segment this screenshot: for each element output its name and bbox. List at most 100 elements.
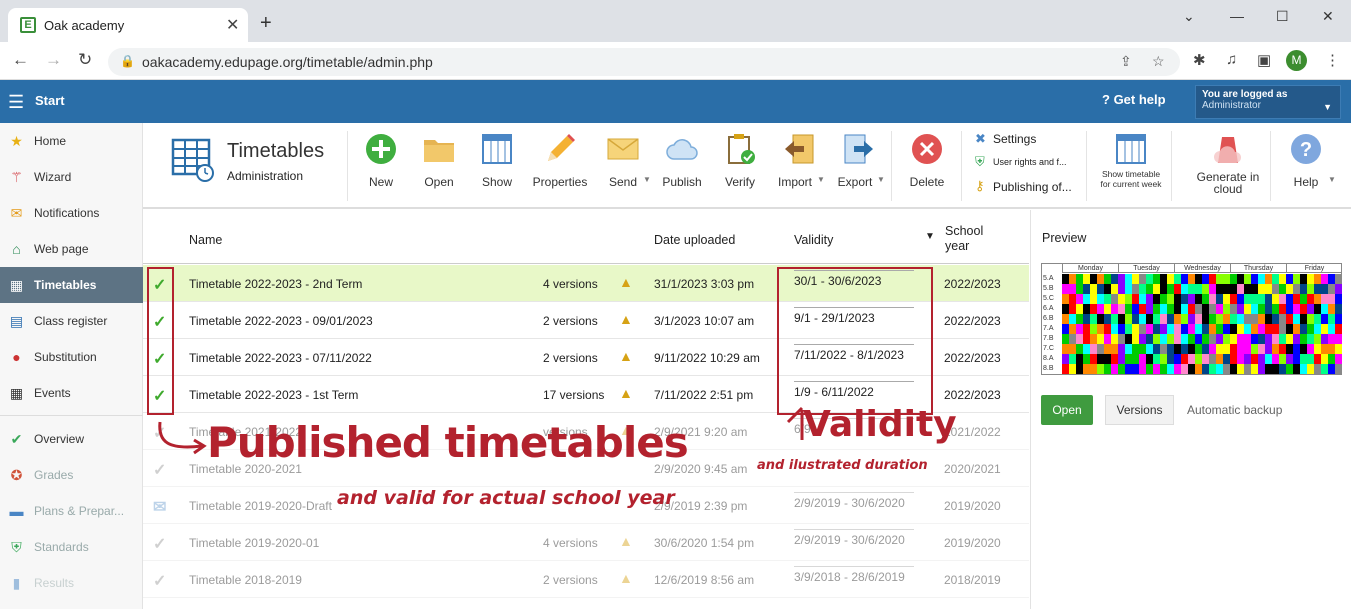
import-dropdown-icon[interactable]: ▼ (817, 175, 825, 184)
user-rights-link[interactable]: ⛨ User rights and f... (975, 154, 1095, 172)
row-versions[interactable]: 2 versions (543, 573, 598, 587)
bookmark-star-icon[interactable]: ☆ (1152, 53, 1165, 70)
preview-lesson-cell (1328, 334, 1335, 344)
sidebar-item-home[interactable]: ★ Home (0, 123, 143, 159)
row-versions[interactable]: 4 versions (543, 536, 598, 550)
settings-link[interactable]: ✖ Settings (975, 131, 1095, 149)
notebook-icon: ▤ (9, 313, 24, 329)
profile-avatar[interactable]: M (1286, 50, 1307, 71)
sidebar-item-results[interactable]: ▮ Results (0, 565, 143, 601)
sidebar-item-plans[interactable]: ▬ Plans & Prepar... (0, 493, 143, 529)
toolbar-divider (1270, 131, 1271, 201)
send-button[interactable]: Send ▼ (593, 131, 653, 199)
reload-icon[interactable]: ↻ (78, 50, 92, 70)
sidebar-item-standards[interactable]: ⛨ Standards (0, 529, 143, 565)
open-button[interactable]: Open (409, 131, 469, 199)
send-dropdown-icon[interactable]: ▼ (643, 175, 651, 184)
import-button[interactable]: Import ▼ (769, 131, 829, 199)
forward-icon[interactable]: → (45, 50, 62, 70)
preview-lesson-cell (1076, 314, 1083, 324)
table-row[interactable]: ✓ Timetable 2019-2020-01 4 versions ▲ 30/6/2… (143, 524, 1029, 561)
preview-lesson-cell (1195, 324, 1202, 334)
preview-lesson-cell (1258, 364, 1265, 374)
column-header-validity[interactable]: Validity (794, 233, 833, 247)
media-icon[interactable]: ♫ (1226, 51, 1237, 68)
back-icon[interactable]: ← (12, 50, 29, 70)
maximize-icon[interactable]: ☐ (1276, 8, 1289, 25)
publishing-of-link[interactable]: ⚷ Publishing of... (975, 178, 1095, 196)
url-field[interactable]: 🔒 oakacademy.edupage.org/timetable/admin… (108, 48, 1180, 76)
share-icon[interactable]: ⇪ (1120, 53, 1132, 70)
sidebar-item-events[interactable]: ▦ Events (0, 375, 143, 411)
sort-desc-icon[interactable]: ▼ (925, 231, 935, 242)
start-label[interactable]: Start (35, 93, 65, 108)
user-lock-icon: ▲ (619, 533, 633, 549)
versions-button[interactable]: Versions (1105, 395, 1174, 425)
tab-title: Oak academy (44, 18, 125, 33)
close-window-icon[interactable]: ✕ (1322, 8, 1334, 25)
preview-lesson-cell (1293, 274, 1300, 284)
preview-lesson-cell (1293, 344, 1300, 354)
generate-in-cloud-button[interactable]: Generate in cloud (1193, 131, 1263, 199)
preview-lesson-cell (1132, 344, 1139, 354)
settings-label: Settings (993, 132, 1037, 146)
tab-search-chevron-icon[interactable]: ⌄ (1183, 8, 1195, 25)
verify-button[interactable]: Verify (710, 131, 770, 199)
help-dropdown-icon[interactable]: ▼ (1328, 175, 1336, 184)
preview-lesson-cell (1223, 324, 1230, 334)
preview-lesson-cell (1244, 324, 1251, 334)
hamburger-menu-icon[interactable]: ☰ (8, 92, 24, 113)
preview-lesson-cell (1328, 304, 1335, 314)
new-button[interactable]: New (351, 131, 411, 199)
preview-lesson-cell (1202, 304, 1209, 314)
preview-title: Preview (1042, 231, 1087, 245)
row-versions[interactable]: 4 versions (543, 277, 598, 291)
show-current-week-button[interactable]: Show timetable for current week (1098, 131, 1164, 199)
row-versions[interactable]: 2 versions (543, 351, 598, 365)
sidebar-item-web-page[interactable]: ⌂ Web page (0, 231, 143, 267)
sidebar-item-overview[interactable]: ✔ Overview (0, 421, 143, 457)
automatic-backup-link[interactable]: Automatic backup (1187, 403, 1282, 417)
help-button[interactable]: ? Help ▼ (1276, 131, 1336, 199)
browser-menu-icon[interactable]: ⋮ (1325, 51, 1340, 69)
table-row[interactable]: ✓ Timetable 2018-2019 2 versions ▲ 12/6/2019… (143, 561, 1029, 598)
row-name: Timetable 2018-2019 (189, 573, 302, 587)
side-panel-icon[interactable]: ▣ (1257, 51, 1271, 69)
sidebar-item-substitution[interactable]: ● Substitution (0, 339, 143, 375)
delete-circle-icon (912, 134, 942, 164)
close-tab-icon[interactable]: ✕ (226, 15, 239, 35)
publish-button[interactable]: Publish (652, 131, 712, 199)
url-text: oakacademy.edupage.org/timetable/admin.p… (142, 54, 433, 70)
delete-button[interactable]: Delete (897, 131, 957, 199)
open-button[interactable]: Open (1041, 395, 1093, 425)
logged-as-dropdown[interactable]: You are logged as Administrator ▼ (1195, 85, 1341, 119)
sidebar-item-class-register[interactable]: ▤ Class register (0, 303, 143, 339)
preview-lesson-cell (1216, 354, 1223, 364)
preview-lesson-cell (1314, 334, 1321, 344)
browser-tab[interactable]: E Oak academy ✕ (8, 8, 248, 42)
properties-button[interactable]: Properties (530, 131, 590, 199)
sidebar-item-wizard[interactable]: ⚚ Wizard (0, 159, 143, 195)
toolbar-divider (347, 131, 348, 201)
sidebar-item-notifications[interactable]: ✉ Notifications (0, 195, 143, 231)
preview-lesson-cell (1300, 274, 1307, 284)
get-help-link[interactable]: ? Get help (1102, 92, 1166, 107)
show-button[interactable]: Show (467, 131, 527, 199)
export-button[interactable]: Export ▼ (829, 131, 889, 199)
column-header-name[interactable]: Name (189, 233, 222, 247)
row-versions[interactable]: 2 versions (543, 314, 598, 328)
preview-lesson-cell (1167, 314, 1174, 324)
sidebar-item-grades[interactable]: ✪ Grades (0, 457, 143, 493)
column-header-school-year[interactable]: School year (945, 224, 1005, 254)
column-header-date[interactable]: Date uploaded (654, 233, 735, 247)
table-icon (482, 134, 512, 164)
preview-lesson-cell (1076, 334, 1083, 344)
new-tab-icon[interactable]: + (260, 12, 272, 35)
preview-lesson-cell (1090, 354, 1097, 364)
extensions-icon[interactable]: ✱ (1193, 51, 1206, 69)
sidebar-item-timetables[interactable]: ▦ Timetables (0, 267, 143, 303)
row-versions[interactable]: 17 versions (543, 388, 604, 402)
export-dropdown-icon[interactable]: ▼ (877, 175, 885, 184)
svg-text:?: ? (1300, 139, 1312, 161)
minimize-icon[interactable]: — (1230, 8, 1244, 24)
